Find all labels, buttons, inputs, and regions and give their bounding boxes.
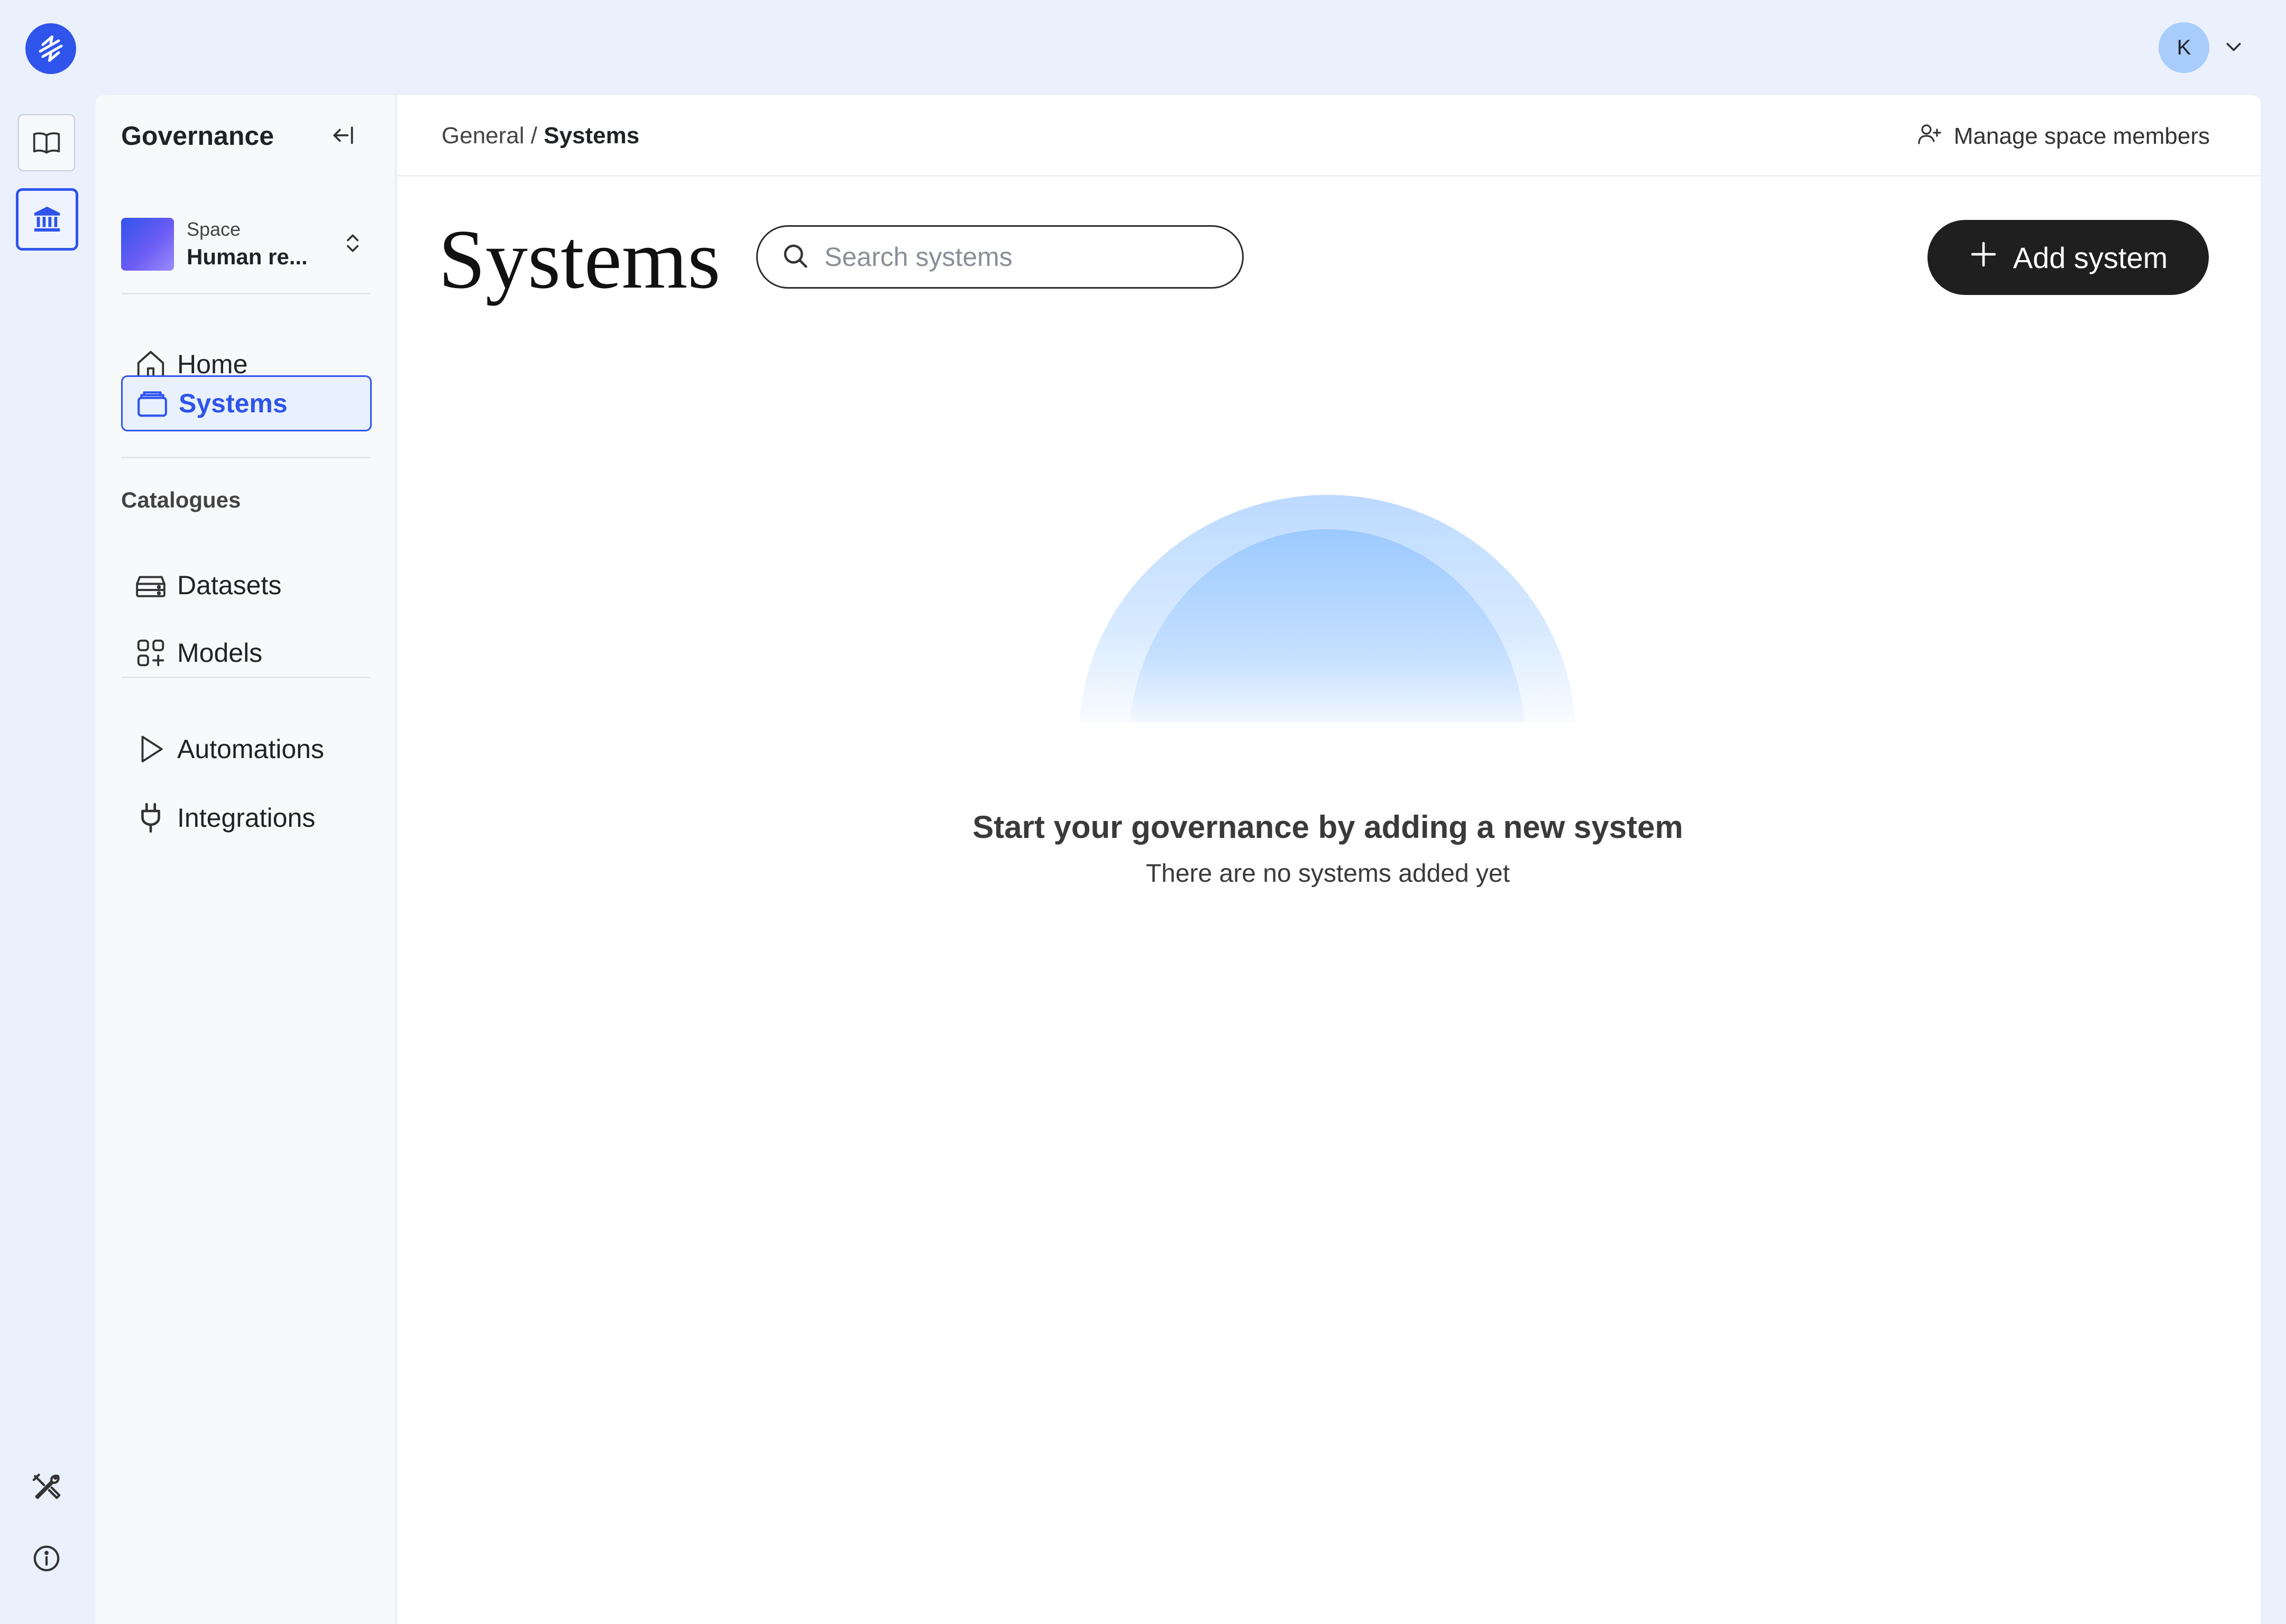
space-selector[interactable]: Space Human re... [121,213,364,276]
search-input[interactable] [823,241,1227,273]
breadcrumb: General / Systems [442,123,639,149]
breadcrumb-parent[interactable]: General [442,123,525,149]
empty-state-subtitle: There are no systems added yet [1145,860,1510,888]
sidebar-item-automations[interactable]: Automations [121,721,372,777]
sidebar-item-label: Automations [177,734,324,764]
plug-icon [134,801,168,835]
divider [121,677,371,678]
info-icon[interactable] [27,1539,66,1577]
manage-space-members-button[interactable]: Manage space members [1917,119,2210,153]
sidebar-item-models[interactable]: Models [121,625,372,681]
avatar[interactable]: K [2159,22,2209,73]
plus-icon [1969,239,1998,276]
logo-icon[interactable] [25,23,76,74]
sidebar-item-datasets[interactable]: Datasets [121,557,372,613]
datasets-icon [134,568,168,602]
sidebar-item-integrations[interactable]: Integrations [121,790,372,846]
add-system-label: Add system [2013,241,2168,274]
catalogues-heading: Catalogues [121,487,241,512]
collapse-sidebar-icon[interactable] [328,119,360,151]
divider [121,457,371,458]
sidebar: Governance Space Human re... Home System… [96,95,394,1624]
user-menu[interactable]: K [2159,22,2244,73]
empty-state-illustration [1079,495,1575,722]
tools-icon[interactable] [27,1469,66,1507]
models-icon [134,636,168,670]
sidebar-item-label: Integrations [177,803,316,833]
app-root: K Governance Space Human re... Home Syst… [0,0,2286,1624]
add-system-button[interactable]: Add system [1927,220,2209,295]
systems-icon [135,386,169,420]
sidebar-title: Governance [121,121,274,151]
space-thumbnail [121,218,174,271]
breadcrumb-current: Systems [544,123,640,149]
breadcrumb-separator: / [524,123,544,149]
sidebar-item-label: Systems [179,389,288,418]
main-header: General / Systems Manage space members [397,95,2261,177]
sidebar-item-label: Models [177,638,263,668]
page-title: Systems [438,212,721,306]
updown-chevron-icon[interactable] [341,232,364,257]
manage-members-label: Manage space members [1953,123,2210,149]
sidebar-item-label: Datasets [177,570,282,600]
sidebar-item-systems[interactable]: Systems [121,375,372,431]
space-label: Space [187,218,241,240]
chevron-down-icon[interactable] [2223,36,2244,60]
search-icon [781,242,810,273]
divider [121,293,371,294]
empty-state-title: Start your governance by adding a new sy… [972,809,1683,845]
book-icon[interactable] [18,114,75,171]
play-icon [134,732,168,766]
space-name: Human re... [187,244,308,269]
search-field[interactable] [756,225,1244,289]
add-user-icon [1917,121,1942,152]
bank-icon[interactable] [16,188,78,251]
main-panel: General / Systems Manage space members S… [397,95,2261,1624]
